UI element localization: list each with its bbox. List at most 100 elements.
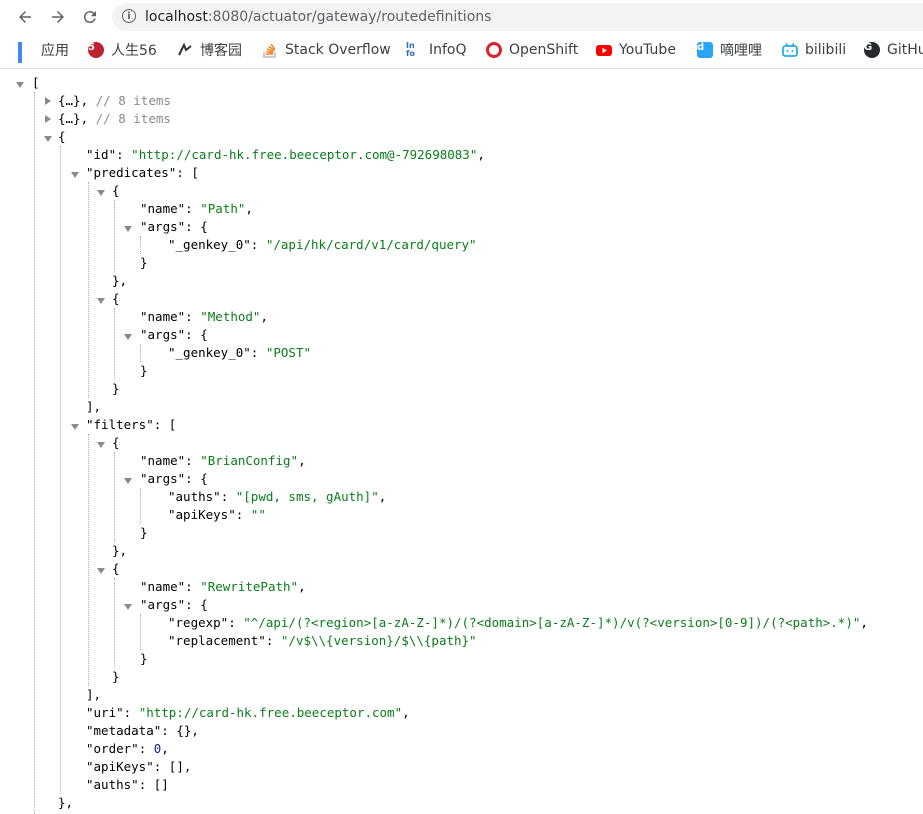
json-line: [ bbox=[32, 75, 40, 90]
collapse-toggle-icon[interactable] bbox=[97, 190, 105, 196]
json-line: "args": { bbox=[140, 597, 208, 612]
collapse-toggle-icon[interactable] bbox=[124, 604, 132, 610]
bookmark-cnblogs[interactable]: 博客园 bbox=[177, 37, 242, 63]
stackoverflow-icon bbox=[262, 42, 278, 58]
json-line: { bbox=[112, 183, 120, 198]
bookmark-github[interactable]: G GitHu bbox=[864, 37, 923, 63]
bookmarks-bar: 应用 5 人生56 博客园 Stack Overflow In fo InfoQ … bbox=[0, 37, 923, 63]
json-line: }, bbox=[112, 273, 128, 288]
json-line: "apiKeys": [], bbox=[86, 759, 192, 774]
browser-chrome: i localhost:8080/actuator/gateway/routed… bbox=[0, 0, 923, 69]
json-line: } bbox=[112, 669, 120, 684]
json-line: "name": "RewritePath", bbox=[140, 579, 306, 594]
reload-button[interactable] bbox=[79, 6, 101, 28]
forward-button[interactable] bbox=[47, 6, 69, 28]
collapse-toggle-icon[interactable] bbox=[124, 334, 132, 340]
bookmark-label: InfoQ bbox=[429, 42, 467, 58]
json-line: { bbox=[112, 435, 120, 450]
infoq-icon: In fo bbox=[406, 41, 415, 58]
collapse-toggle-icon[interactable] bbox=[124, 226, 132, 232]
arrow-right-icon bbox=[52, 11, 64, 23]
json-line: "name": "BrianConfig", bbox=[140, 453, 306, 468]
indent-guide bbox=[114, 452, 115, 542]
collapse-toggle-icon[interactable] bbox=[71, 172, 79, 178]
collapse-toggle-icon[interactable] bbox=[97, 568, 105, 574]
bookmark-label: OpenShift bbox=[509, 42, 579, 58]
github-icon: G bbox=[864, 42, 880, 58]
json-line: ], bbox=[86, 399, 102, 414]
bookmark-stackoverflow[interactable]: Stack Overflow bbox=[262, 37, 391, 63]
collapse-toggle-icon[interactable] bbox=[71, 424, 79, 430]
json-line: "args": { bbox=[140, 327, 208, 342]
expand-toggle-icon[interactable] bbox=[45, 97, 51, 105]
collapse-toggle-icon[interactable] bbox=[44, 136, 52, 142]
json-line: "name": "Method", bbox=[140, 309, 268, 324]
reload-icon bbox=[83, 11, 96, 24]
collapse-toggle-icon[interactable] bbox=[124, 478, 132, 484]
expand-toggle-icon[interactable] bbox=[45, 115, 51, 123]
json-line: "args": { bbox=[140, 471, 208, 486]
json-line: "uri": "http://card-hk.free.beeceptor.co… bbox=[86, 705, 410, 720]
json-line: "replacement": "/v$\\{version}/$\\{path}… bbox=[168, 633, 477, 648]
indent-guide bbox=[140, 488, 141, 524]
indent-guide bbox=[140, 344, 141, 362]
json-line: "auths": "[pwd, sms, gAuth]", bbox=[168, 489, 387, 504]
json-line: "id": "http://card-hk.free.beeceptor.com… bbox=[86, 147, 485, 162]
url-text: localhost:8080/actuator/gateway/routedef… bbox=[145, 3, 491, 31]
json-line: { bbox=[112, 561, 120, 576]
url-path: :8080/actuator/gateway/routedefinitions bbox=[207, 9, 492, 25]
bookmark-youtube[interactable]: YouTube bbox=[596, 37, 676, 63]
rensheng-icon: 5 bbox=[88, 42, 104, 58]
address-bar[interactable]: i localhost:8080/actuator/gateway/routed… bbox=[112, 3, 923, 31]
indent-guide bbox=[140, 236, 141, 254]
json-line: "predicates": [ bbox=[86, 165, 199, 180]
bookmark-label: YouTube bbox=[619, 42, 676, 58]
bookmark-label: bilibili bbox=[805, 42, 847, 58]
back-button[interactable] bbox=[14, 6, 36, 28]
collapse-toggle-icon[interactable] bbox=[97, 442, 105, 448]
json-viewer: [ {…}, // 8 items {…}, // 8 items { "id"… bbox=[0, 70, 923, 814]
collapse-toggle-icon[interactable] bbox=[97, 298, 105, 304]
bookmark-dilidili[interactable]: d 嘀哩哩 bbox=[697, 37, 762, 63]
collapsed-object[interactable]: {…}, // 8 items bbox=[58, 92, 171, 110]
json-line: "name": "Path", bbox=[140, 201, 253, 216]
cnblogs-icon bbox=[177, 42, 193, 58]
youtube-icon bbox=[596, 42, 612, 58]
collapse-toggle-icon[interactable] bbox=[16, 82, 24, 88]
bookmark-label: 人生56 bbox=[111, 43, 157, 59]
indent-guide bbox=[140, 614, 141, 650]
indent-guide bbox=[114, 578, 115, 668]
json-line: "auths": [] bbox=[86, 777, 169, 792]
json-line: "filters": [ bbox=[86, 417, 177, 432]
json-line: }, bbox=[112, 543, 128, 558]
bookmark-label: GitHu bbox=[887, 42, 923, 58]
bilibili-icon bbox=[782, 42, 798, 58]
indent-guide bbox=[114, 200, 115, 272]
json-line: "apiKeys": "" bbox=[168, 507, 266, 522]
bookmark-label: 嘀哩哩 bbox=[720, 43, 762, 59]
bookmark-label: 应用 bbox=[41, 43, 69, 59]
json-line: "order": 0, bbox=[86, 741, 169, 756]
bookmark-openshift[interactable]: OpenShift bbox=[486, 37, 578, 63]
url-host: localhost bbox=[145, 9, 208, 25]
info-icon[interactable]: i bbox=[122, 9, 136, 23]
json-line: } bbox=[140, 255, 148, 270]
indent-guide bbox=[60, 146, 61, 794]
collapsed-object[interactable]: {…}, // 8 items bbox=[58, 110, 171, 128]
bookmark-bilibili[interactable]: bilibili bbox=[782, 37, 846, 63]
json-line: "args": { bbox=[140, 219, 208, 234]
json-line: } bbox=[140, 651, 148, 666]
json-line: { bbox=[58, 129, 66, 144]
indent-guide bbox=[88, 434, 89, 686]
bookmark-rensheng56[interactable]: 5 人生56 bbox=[88, 37, 157, 63]
bookmark-label: Stack Overflow bbox=[285, 42, 391, 58]
arrow-left-icon bbox=[19, 11, 31, 23]
json-line: } bbox=[112, 381, 120, 396]
json-line: } bbox=[140, 525, 148, 540]
bookmark-apps[interactable]: 应用 bbox=[18, 37, 69, 63]
json-line: "_genkey_0": "POST" bbox=[168, 345, 312, 360]
json-line: }, bbox=[58, 795, 74, 810]
json-line: } bbox=[140, 363, 148, 378]
bookmark-infoq[interactable]: In fo InfoQ bbox=[406, 37, 467, 63]
json-line: "metadata": {}, bbox=[86, 723, 199, 738]
